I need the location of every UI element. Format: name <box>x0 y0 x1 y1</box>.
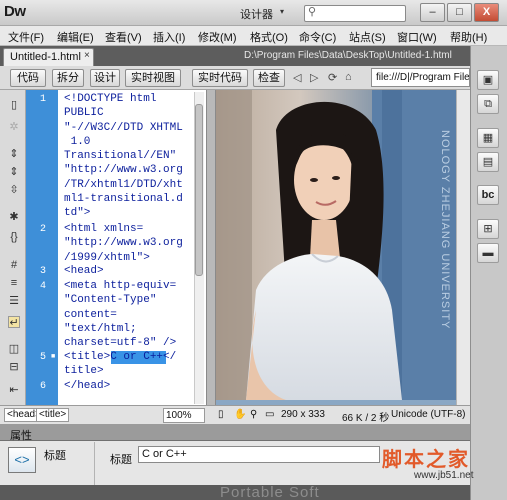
tag-selector-title[interactable]: <title> <box>36 408 70 422</box>
zoom-select[interactable]: 100% <box>163 408 205 423</box>
close-window-button[interactable]: X <box>474 3 499 22</box>
show-code-navigator-icon[interactable]: ✲ <box>8 121 20 133</box>
line-number: 6 <box>39 381 46 392</box>
code-scrollbar-thumb[interactable] <box>195 104 203 276</box>
dreamweaver-logo: Dw <box>4 3 26 20</box>
search-icon: ⚲ <box>308 6 317 18</box>
encoding-label: Unicode (UTF-8) <box>391 409 466 420</box>
title-field[interactable]: C or C++ <box>138 446 380 463</box>
portrait-photo[interactable]: NOLOGY ZHEJIANG UNIVERSITY <box>216 90 456 400</box>
close-tab-icon[interactable]: × <box>84 50 90 61</box>
balance-braces-icon[interactable]: {} <box>8 231 20 243</box>
css-styles-icon[interactable]: ⧉ <box>477 94 499 114</box>
properties-section-label: 标题 <box>44 450 66 462</box>
menu-file[interactable]: 文件(F) <box>8 29 44 45</box>
wrap-tag-icon[interactable]: ◫ <box>8 343 20 355</box>
recent-snippets-icon[interactable]: ⊟ <box>8 361 20 373</box>
zoom-tool-icon[interactable]: ⚲ <box>250 409 257 420</box>
menu-help[interactable]: 帮助(H) <box>450 29 487 45</box>
line-number: 3 <box>39 266 46 277</box>
ap-elements-icon[interactable]: ▦ <box>477 128 499 148</box>
menu-insert[interactable]: 插入(I) <box>153 29 185 45</box>
inspect-button[interactable]: 检查 <box>253 69 285 87</box>
watermark-title: 脚本之家 <box>382 447 470 471</box>
open-documents-icon[interactable]: ▯ <box>8 99 20 111</box>
split-divider[interactable] <box>206 90 216 405</box>
html-tag-icon: <> <box>8 447 36 473</box>
panel-dock <box>470 46 507 500</box>
live-code-button[interactable]: 实时代码 <box>192 69 248 87</box>
line-number: 2 <box>39 224 46 235</box>
photo-caption: NOLOGY ZHEJIANG UNIVERSITY <box>439 130 451 329</box>
chevron-down-icon[interactable]: ▾ <box>280 7 284 16</box>
code-line[interactable]: <html xmlns= "http://www.w3.org /1999/xh… <box>64 222 183 265</box>
line-number: 1 <box>39 94 46 105</box>
collapse-tag-icon[interactable]: ⇕ <box>8 148 20 160</box>
word-wrap-icon[interactable]: ↵ <box>8 316 20 329</box>
menu-view[interactable]: 查看(V) <box>105 29 142 45</box>
files-panel-icon[interactable]: ⊞ <box>477 219 499 239</box>
bottom-brand-text: Portable Soft <box>220 484 320 500</box>
select-parent-tag-icon[interactable]: ✱ <box>8 211 20 223</box>
search-input[interactable] <box>304 5 406 22</box>
window-dimensions[interactable]: 290 x 333 <box>281 409 325 420</box>
code-view-button[interactable]: 代码 <box>10 69 46 87</box>
menu-modify[interactable]: 修改(M) <box>198 29 237 45</box>
menu-edit[interactable]: 编辑(E) <box>57 29 94 45</box>
refresh-icon[interactable]: ⟳ <box>328 71 337 84</box>
split-view-button[interactable]: 拆分 <box>52 69 84 87</box>
line-numbers-icon[interactable]: # <box>8 259 20 271</box>
forward-icon[interactable]: ▷ <box>310 71 318 84</box>
assets-panel-icon[interactable]: ▬ <box>477 243 499 263</box>
file-path: D:\Program Files\Data\DeskTop\Untitled-1… <box>244 50 452 61</box>
minimize-button[interactable]: – <box>420 3 445 22</box>
menu-commands[interactable]: 命令(C) <box>299 29 336 45</box>
back-icon[interactable]: ◁ <box>293 71 301 84</box>
address-field[interactable]: file:///D|/Program Files/ <box>371 68 470 87</box>
indent-icon[interactable]: ⇤ <box>8 384 20 396</box>
select-tool-icon[interactable]: ▯ <box>218 409 224 420</box>
expand-all-icon[interactable]: ⇳ <box>8 184 20 196</box>
menu-window[interactable]: 窗口(W) <box>397 29 437 45</box>
tag-inspector-icon[interactable]: ▤ <box>477 152 499 172</box>
insert-panel-icon[interactable]: ▣ <box>477 70 499 90</box>
code-line[interactable]: <meta http-equiv= "Content-Type" content… <box>64 279 176 350</box>
maximize-button[interactable]: □ <box>447 3 472 22</box>
code-line[interactable]: <!DOCTYPE html PUBLIC "-//W3C//DTD XHTML… <box>64 92 183 221</box>
code-line[interactable]: </head> <box>64 379 110 393</box>
watermark-url: www.jb51.net <box>414 470 474 481</box>
code-line[interactable]: <head> <box>64 264 104 278</box>
window-size-icon[interactable]: ▭ <box>265 409 274 420</box>
title-field-label: 标题 <box>110 454 132 466</box>
business-catalyst-icon[interactable]: bc <box>477 185 499 205</box>
design-scrollbar[interactable] <box>456 90 470 405</box>
collapse-code-icon[interactable]: ■ <box>51 353 55 360</box>
hand-tool-icon[interactable]: ✋ <box>234 409 246 420</box>
design-view-button[interactable]: 设计 <box>90 69 120 87</box>
coding-toolbar <box>0 90 26 405</box>
code-line[interactable]: <title>C or C++</ title> <box>64 350 176 379</box>
menu-site[interactable]: 站点(S) <box>349 29 386 45</box>
line-number: 4 <box>39 281 46 292</box>
menu-format[interactable]: 格式(O) <box>250 29 288 45</box>
live-view-button[interactable]: 实时视图 <box>125 69 181 87</box>
document-tab[interactable]: Untitled-1.html <box>3 48 94 66</box>
highlight-invalid-code-icon[interactable]: ≡ <box>8 277 20 289</box>
properties-panel-header[interactable] <box>0 425 470 441</box>
collapse-selection-icon[interactable]: ⇕ <box>8 166 20 178</box>
home-icon[interactable]: ⌂ <box>345 71 352 83</box>
line-number: 5 <box>39 352 46 363</box>
workspace-switcher[interactable]: 设计器 <box>240 6 273 22</box>
apply-comment-icon[interactable]: ☰ <box>8 295 20 307</box>
download-size: 66 K / 2 秒 <box>342 413 390 424</box>
